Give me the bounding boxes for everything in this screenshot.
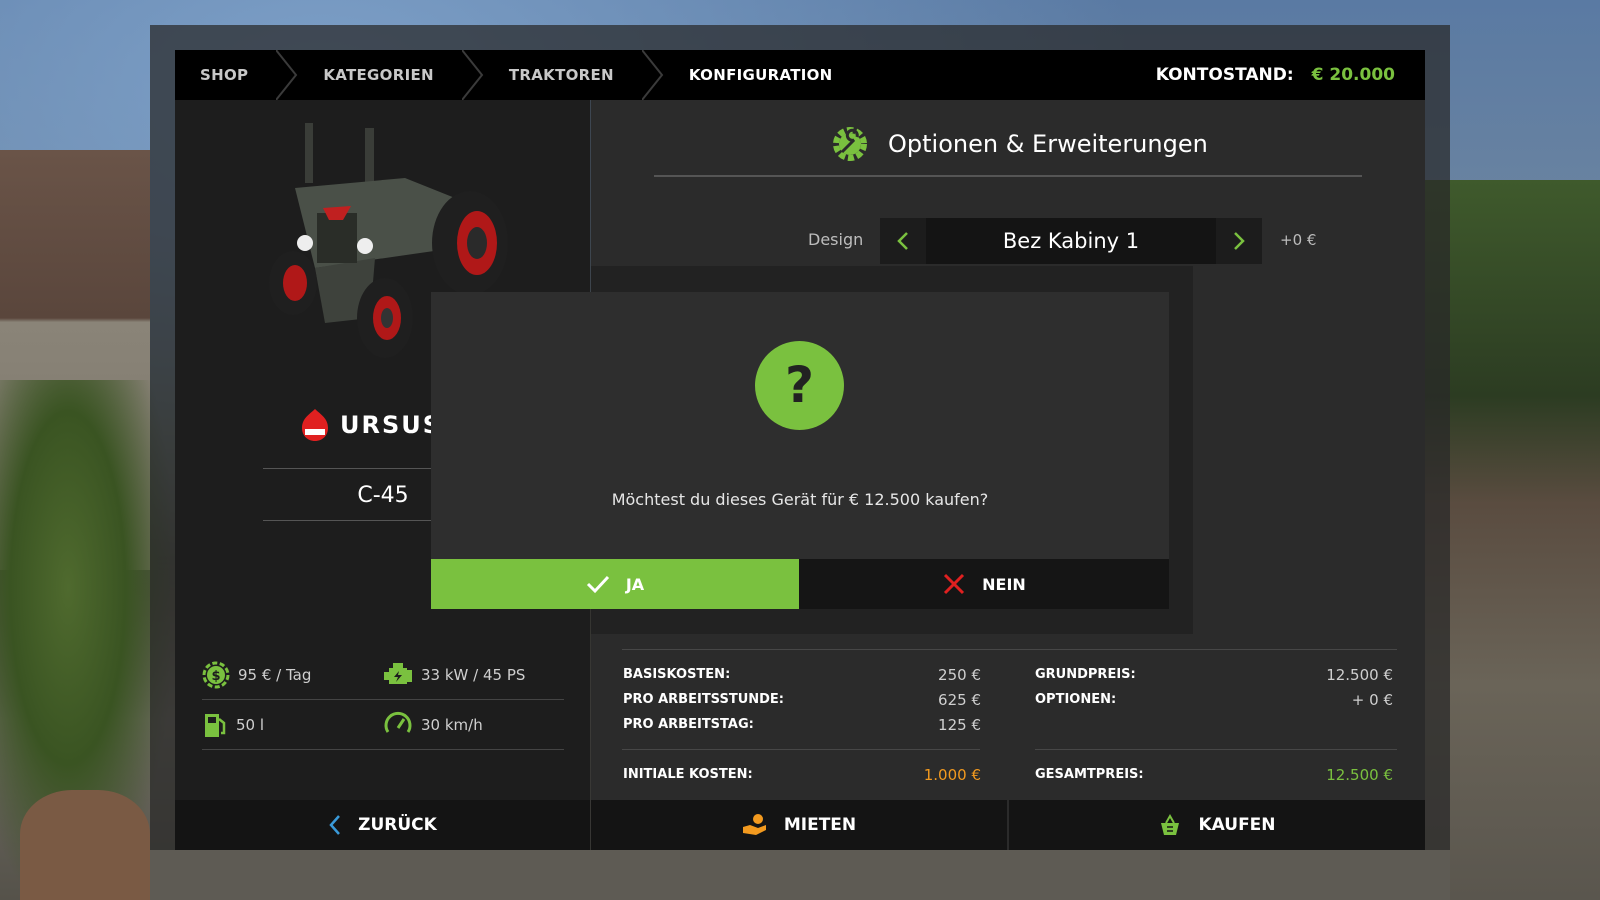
total-price-value: 12.500 € bbox=[1326, 765, 1393, 784]
total-price: GESAMTPREIS: 12.500 € bbox=[1035, 762, 1393, 787]
breadcrumb-kategorien[interactable]: KATEGORIEN bbox=[298, 50, 462, 100]
initial-cost-label: INITIALE KOSTEN: bbox=[623, 767, 753, 782]
engine-icon bbox=[384, 662, 412, 684]
background-planter bbox=[20, 790, 150, 900]
spec-power-value: 33 kW / 45 PS bbox=[421, 665, 526, 684]
background-ground bbox=[150, 850, 1450, 900]
confirm-no-label: NEIN bbox=[982, 574, 1026, 594]
lease-button[interactable]: MIETEN bbox=[591, 800, 1007, 850]
design-value: Bez Kabiny 1 bbox=[1002, 229, 1140, 253]
design-label: Design bbox=[808, 230, 864, 249]
cost-row: PRO ARBEITSTAG: 125 € bbox=[623, 712, 981, 737]
cost-row: GRUNDPREIS: 12.500 € bbox=[1035, 662, 1393, 687]
breadcrumb-separator bbox=[276, 50, 298, 100]
chevron-left-icon bbox=[329, 815, 341, 835]
close-icon bbox=[944, 573, 965, 595]
question-icon: ? bbox=[755, 341, 844, 430]
account-balance-label: KONTOSTAND: bbox=[1155, 65, 1294, 85]
top-bar: SHOP KATEGORIEN TRAKTOREN KONFIGURATION … bbox=[175, 50, 1425, 100]
design-prev-button[interactable] bbox=[880, 218, 926, 264]
cost-row: INITIALE KOSTEN: 1.000 € bbox=[623, 762, 981, 787]
spec-speed: 30 km/h bbox=[383, 710, 564, 740]
cost-row: GESAMTPREIS: 12.500 € bbox=[1035, 762, 1393, 787]
spec-fuel-value: 50 l bbox=[236, 715, 265, 734]
divider bbox=[622, 649, 1397, 650]
lease-button-label: MIETEN bbox=[783, 815, 857, 835]
breadcrumb-traktoren[interactable]: TRAKTOREN bbox=[484, 50, 642, 100]
breadcrumb-separator bbox=[461, 50, 484, 100]
design-price: +0 € bbox=[1280, 231, 1317, 249]
cost-value: 250 € bbox=[938, 665, 981, 684]
dialog-message: Möchtest du dieses Gerät für € 12.500 ka… bbox=[611, 490, 989, 509]
hand-coin-icon bbox=[742, 814, 766, 835]
cost-row: BASISKOSTEN: 250 € bbox=[623, 662, 981, 687]
brand-name: URSUS bbox=[340, 411, 443, 439]
initial-cost: INITIALE KOSTEN: 1.000 € bbox=[623, 762, 981, 787]
basket-icon bbox=[1161, 813, 1180, 835]
spec-fuel: 50 l bbox=[202, 711, 383, 739]
cost-label: BASISKOSTEN: bbox=[623, 667, 731, 682]
buy-button[interactable]: KAUFEN bbox=[1009, 800, 1425, 850]
cost-value: 625 € bbox=[938, 690, 981, 709]
breadcrumb-shop[interactable]: SHOP bbox=[175, 50, 276, 100]
back-button-label: ZURÜCK bbox=[358, 815, 437, 835]
cost-breakdown-right: GRUNDPREIS: 12.500 € OPTIONEN: + 0 € bbox=[1035, 662, 1393, 712]
design-next-button[interactable] bbox=[1216, 218, 1262, 264]
brand-logo: URSUS bbox=[300, 405, 442, 445]
confirm-yes-label: JA bbox=[625, 574, 645, 594]
cost-value: 125 € bbox=[938, 715, 981, 734]
ursus-logo-icon bbox=[302, 409, 328, 441]
total-price-label: GESAMTPREIS: bbox=[1035, 767, 1144, 782]
chevron-left-icon bbox=[897, 232, 908, 250]
confirm-no-button[interactable]: NEIN bbox=[799, 559, 1169, 609]
svg-text:$: $ bbox=[211, 669, 220, 684]
cost-breakdown-left: BASISKOSTEN: 250 € PRO ARBEITSSTUNDE: 62… bbox=[623, 662, 981, 737]
spec-speed-value: 30 km/h bbox=[421, 715, 483, 734]
spec-power: 33 kW / 45 PS bbox=[383, 662, 564, 688]
account-balance-amount: € 20.000 bbox=[1311, 65, 1395, 85]
account-balance: KONTOSTAND: € 20.000 bbox=[1156, 65, 1395, 85]
options-title: Optionen & Erweiterungen bbox=[888, 130, 1208, 158]
spec-cost-per-day-value: 95 € / Tag bbox=[238, 665, 312, 684]
wrench-gear-icon bbox=[833, 127, 867, 161]
checkmark-icon bbox=[586, 575, 609, 594]
chevron-right-icon bbox=[1234, 232, 1245, 250]
vehicle-specs: $ 95 € / Tag 33 kW / 45 PS 50 l 30 km/h bbox=[202, 650, 564, 750]
divider bbox=[1035, 749, 1397, 750]
spec-cost-per-day: $ 95 € / Tag bbox=[202, 661, 383, 689]
speedometer-icon bbox=[384, 711, 412, 733]
cost-label: PRO ARBEITSTAG: bbox=[623, 717, 754, 732]
confirm-yes-button[interactable]: JA bbox=[431, 559, 799, 609]
fuel-pump-icon bbox=[205, 713, 226, 737]
design-selector: Bez Kabiny 1 bbox=[880, 218, 1262, 264]
back-button[interactable]: ZURÜCK bbox=[175, 800, 590, 850]
cost-value: 12.500 € bbox=[1326, 665, 1393, 684]
cost-label: GRUNDPREIS: bbox=[1035, 667, 1136, 682]
initial-cost-value: 1.000 € bbox=[923, 765, 981, 784]
breadcrumb-konfiguration: KONFIGURATION bbox=[688, 66, 833, 84]
spec-row: $ 95 € / Tag 33 kW / 45 PS bbox=[202, 650, 564, 700]
cost-label: OPTIONEN: bbox=[1035, 692, 1117, 707]
breadcrumb-separator bbox=[641, 50, 664, 100]
divider bbox=[654, 175, 1362, 177]
money-icon: $ bbox=[202, 661, 230, 688]
options-header: Optionen & Erweiterungen bbox=[830, 122, 1208, 166]
cost-label: PRO ARBEITSSTUNDE: bbox=[623, 692, 784, 707]
buy-button-label: KAUFEN bbox=[1198, 815, 1276, 835]
cost-value: + 0 € bbox=[1351, 690, 1393, 709]
divider bbox=[622, 749, 980, 750]
cost-row: OPTIONEN: + 0 € bbox=[1035, 687, 1393, 712]
spec-row: 50 l 30 km/h bbox=[202, 700, 564, 750]
cost-row: PRO ARBEITSSTUNDE: 625 € bbox=[623, 687, 981, 712]
